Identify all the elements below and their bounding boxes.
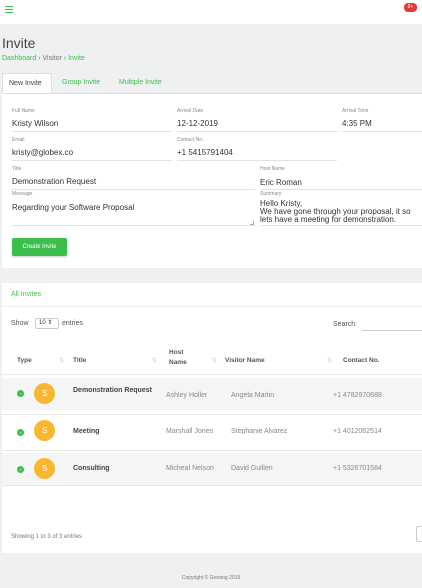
page-size-value: 10: [39, 320, 46, 326]
col-contact[interactable]: Contact No.: [343, 357, 379, 364]
tab-multiple-invite[interactable]: Multiple Invite: [113, 73, 168, 93]
host-label: Host Name: [260, 166, 286, 172]
avatar: S: [34, 458, 55, 479]
sort-icon[interactable]: ⇅: [212, 357, 217, 364]
tab-group-invite[interactable]: Group Invite: [56, 73, 106, 93]
contact-label: Contact No.: [177, 137, 204, 143]
create-invite-button[interactable]: Create Invite: [12, 238, 67, 256]
summary-label: Summary: [260, 191, 282, 197]
all-invites-title: All Invites: [11, 291, 41, 298]
breadcrumb-separator: ›: [38, 55, 41, 62]
message-field[interactable]: Regarding your Software Proposal: [12, 203, 134, 212]
breadcrumb-separator: ›: [63, 55, 67, 62]
sort-icon[interactable]: ⇅: [152, 357, 157, 364]
pagination-prev-button[interactable]: [416, 526, 422, 542]
full-name-label: Full Name: [12, 108, 35, 114]
row-title: Demonstration Request: [73, 387, 152, 394]
email-field[interactable]: kristy@globex.co: [12, 148, 73, 157]
search-input[interactable]: [362, 319, 422, 331]
page-title: Invite: [2, 35, 36, 51]
avatar: S: [34, 383, 55, 404]
table-info: Showing 1 to 3 of 3 entries: [11, 534, 83, 540]
avatar: S: [34, 420, 55, 441]
col-title[interactable]: Title: [73, 357, 86, 364]
row-host: Micheal Nelson: [166, 465, 214, 472]
invite-tabs: New Invite Group Invite Multiple Invite: [0, 73, 422, 93]
show-label: Show: [11, 320, 29, 327]
email-label: Email: [12, 137, 25, 143]
title-field[interactable]: Demonstration Request: [12, 177, 96, 186]
search-label: Search:: [333, 321, 358, 328]
arrival-time-field[interactable]: 4:35 PM: [342, 119, 372, 128]
breadcrumb-current: Invite: [68, 55, 85, 62]
notification-badge[interactable]: 8+: [404, 3, 417, 12]
footer-copyright: Copyright © Greetog 2019: [181, 575, 241, 581]
breadcrumb: Dashboard › Visitor › Invite: [2, 55, 85, 62]
row-contact: +1 4782970688: [333, 392, 382, 399]
all-invites-card: All Invites Show 10 ⇕ entries Search: Ty…: [2, 283, 422, 553]
sort-icon[interactable]: ⇅: [327, 357, 332, 364]
page-size-select[interactable]: 10 ⇕: [35, 318, 59, 329]
full-name-field[interactable]: Kristy Wilson: [12, 119, 58, 128]
message-label: Message: [12, 191, 33, 197]
summary-field[interactable]: Hello Kristy, We have gone through your …: [260, 200, 411, 224]
row-host: Ashley Holler: [166, 392, 208, 399]
row-contact: +1 4012062514: [333, 428, 382, 435]
arrival-date-label: Arrival Date: [177, 108, 204, 114]
host-field[interactable]: Eric Roman: [260, 178, 302, 187]
title-label: Title: [12, 166, 22, 172]
arrival-date-field[interactable]: 12-12-2019: [177, 119, 218, 128]
invite-form: Full Name Kristy Wilson Arrival Date 12-…: [2, 93, 422, 268]
arrival-time-label: Arrival Time: [342, 108, 369, 114]
row-contact: +1 5326701584: [333, 465, 382, 472]
expand-icon[interactable]: +: [17, 390, 24, 397]
contact-field[interactable]: +1 5415791404: [177, 148, 233, 157]
row-visitor: Stephanie Alvarez: [231, 428, 288, 435]
sort-icon[interactable]: ⇅: [59, 357, 64, 364]
entries-label: entries: [62, 320, 84, 327]
expand-icon[interactable]: +: [17, 429, 24, 436]
menu-icon[interactable]: [5, 6, 13, 13]
row-title: Consulting: [73, 465, 110, 472]
breadcrumb-dashboard[interactable]: Dashboard: [2, 55, 36, 62]
resize-handle-icon[interactable]: [250, 221, 254, 225]
expand-icon[interactable]: +: [17, 466, 24, 473]
select-arrows-icon: ⇕: [47, 320, 53, 326]
top-bar: 8+: [0, 0, 422, 24]
summary-line: lets have a meeting for demonstration.: [260, 215, 397, 224]
row-host: Marshall Jones: [166, 428, 214, 435]
col-type[interactable]: Type: [17, 357, 32, 364]
row-title: Meeting: [73, 428, 100, 435]
breadcrumb-visitor[interactable]: Visitor: [43, 55, 62, 62]
row-visitor: Angela Martin: [231, 392, 275, 399]
col-host-name[interactable]: Host Name: [169, 348, 195, 368]
col-visitor-name[interactable]: Visitor Name: [225, 357, 265, 364]
tab-new-invite[interactable]: New Invite: [2, 73, 52, 93]
row-visitor: David Guillen: [231, 465, 273, 472]
